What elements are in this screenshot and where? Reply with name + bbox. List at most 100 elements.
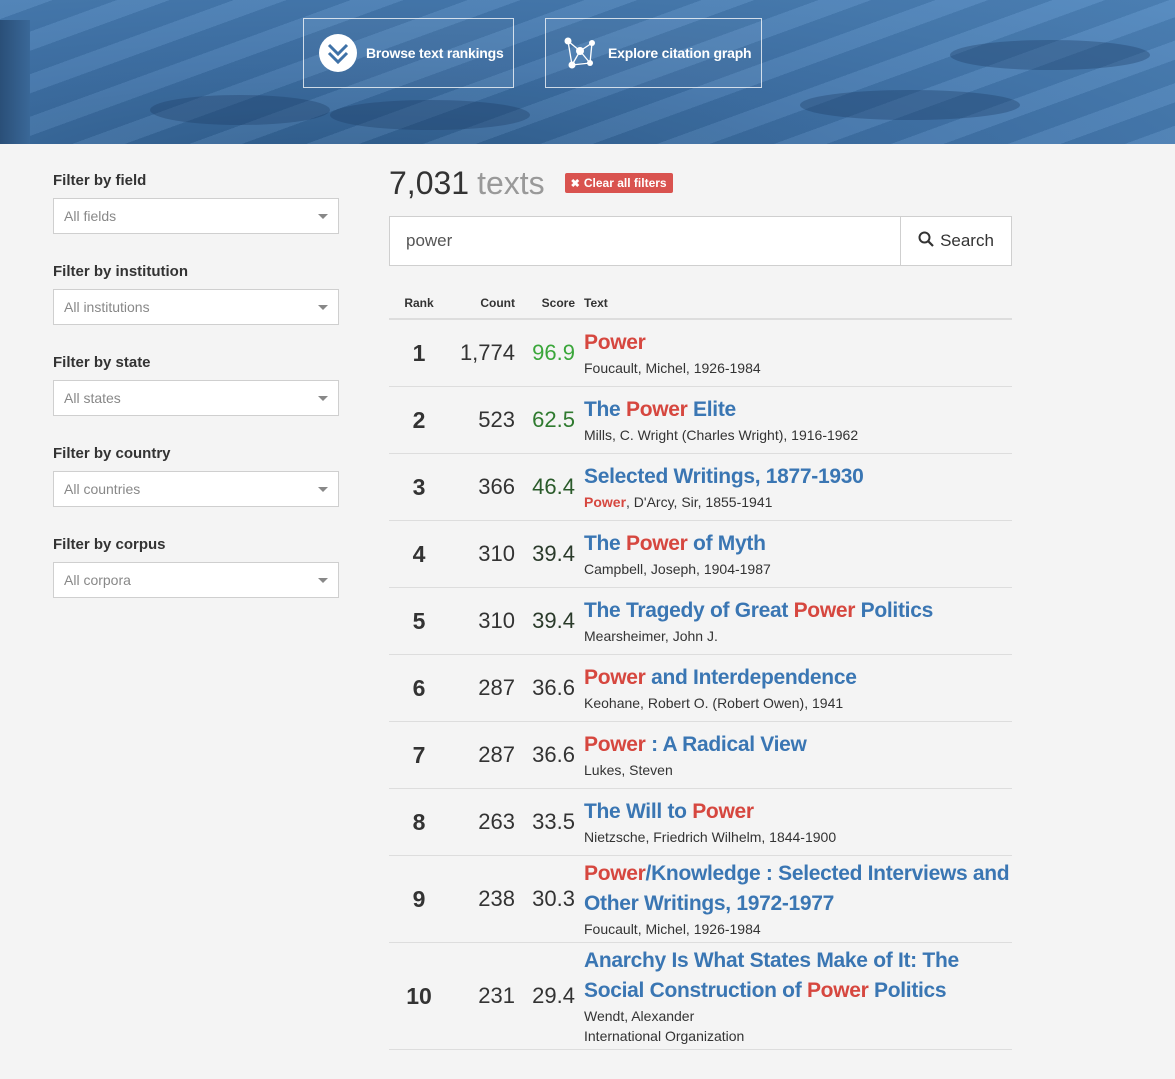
- filter-label: Filter by state: [53, 354, 151, 371]
- filter-label: Filter by institution: [53, 263, 188, 280]
- clear-filters-button[interactable]: ✖ Clear all filters: [564, 173, 673, 193]
- rank-cell: 7: [412, 741, 426, 768]
- title-part: The Tragedy of Great: [584, 599, 794, 622]
- clear-filters-label: Clear all filters: [583, 176, 667, 190]
- rank-cell: 3: [412, 473, 426, 500]
- text-cell: Selected Writings, 1877-1930 Power, D'Arc…: [575, 462, 1012, 512]
- filter-country: Filter by country All countries: [53, 443, 339, 534]
- rank-cell: 9: [412, 885, 426, 912]
- field-select[interactable]: All fields: [53, 198, 339, 234]
- score-cell: 62.5: [532, 407, 575, 432]
- title-highlight: Power: [584, 331, 646, 354]
- text-title-link[interactable]: Anarchy Is What States Make of It: The S…: [584, 946, 1012, 1006]
- results-count-unit: texts: [477, 164, 545, 201]
- results-count-number: 7,031: [389, 164, 470, 201]
- author-part: Foucault, Michel, 1926-1984: [584, 360, 761, 376]
- text-cell: Power/Knowledge : Selected Interviews an…: [575, 859, 1012, 939]
- count-cell: 523: [478, 407, 515, 432]
- header-text[interactable]: Text: [575, 296, 608, 310]
- author-part: Nietzsche, Friedrich Wilhelm, 1844-1900: [584, 829, 837, 845]
- title-highlight: Power: [793, 599, 856, 622]
- text-cell: The Power of Myth Campbell, Joseph, 1904-…: [575, 529, 1012, 579]
- text-cell: Anarchy Is What States Make of It: The S…: [575, 946, 1012, 1046]
- banner-seat: [330, 100, 530, 130]
- results-panel: 7,031 texts ✖ Clear all filters Search R…: [389, 160, 1012, 1050]
- text-title-link[interactable]: The Power Elite: [584, 395, 1012, 425]
- text-title-link[interactable]: Selected Writings, 1877-1930: [584, 462, 1012, 492]
- text-title-link[interactable]: The Tragedy of Great Power Politics: [584, 596, 1012, 626]
- text-author: Wendt, Alexander: [584, 1006, 1012, 1026]
- header-rank[interactable]: Rank: [389, 296, 449, 310]
- count-cell: 238: [478, 886, 515, 911]
- score-cell: 36.6: [532, 675, 575, 700]
- table-row: 5 310 39.4 The Tragedy of Great Power Polit…: [389, 588, 1012, 655]
- text-author: Mearsheimer, John J.: [584, 626, 1012, 646]
- count-cell: 366: [478, 474, 515, 499]
- author-part: , D'Arcy, Sir, 1855-1941: [626, 494, 773, 510]
- author-part: Keohane, Robert O. (Robert Owen), 1941: [584, 695, 844, 711]
- title-part: Politics: [855, 599, 934, 622]
- text-author: Power, D'Arcy, Sir, 1855-1941: [584, 492, 1012, 512]
- search-input[interactable]: [389, 216, 900, 266]
- search-button-label: Search: [940, 231, 994, 250]
- text-cell: Power : A Radical View Lukes, Steven: [575, 730, 1012, 780]
- title-part: and Interdependence: [645, 666, 857, 689]
- caret-down-icon: [318, 304, 328, 310]
- score-cell: 46.4: [532, 474, 575, 499]
- select-value: All fields: [64, 208, 117, 224]
- count-cell: 310: [478, 608, 515, 633]
- title-highlight: Power: [625, 532, 688, 555]
- text-author: Campbell, Joseph, 1904-1987: [584, 559, 1012, 579]
- text-title-link[interactable]: Power: [584, 328, 1012, 358]
- institution-select[interactable]: All institutions: [53, 289, 339, 325]
- author-part: Foucault, Michel, 1926-1984: [584, 921, 761, 937]
- author-part: Mearsheimer, John J.: [584, 628, 718, 644]
- author-part: Campbell, Joseph, 1904-1987: [584, 561, 771, 577]
- rankings-table: Rank Count Score Text 1 1,774 96.9 Power Fou…: [389, 288, 1012, 1050]
- author-part: Wendt, Alexander: [584, 1008, 695, 1024]
- text-title-link[interactable]: The Power of Myth: [584, 529, 1012, 559]
- text-title-link[interactable]: Power : A Radical View: [584, 730, 1012, 760]
- title-part: Selected Writings, 1877-1930: [584, 465, 864, 488]
- corpus-select[interactable]: All corpora: [53, 562, 339, 598]
- text-author: Lukes, Steven: [584, 760, 1012, 780]
- filter-state: Filter by state All states: [53, 352, 339, 443]
- browse-rankings-label: Browse text rankings: [366, 45, 504, 61]
- table-row: 9 238 30.3 Power/Knowledge : Selected Inter…: [389, 856, 1012, 943]
- state-select[interactable]: All states: [53, 380, 339, 416]
- title-part: Politics: [868, 979, 947, 1002]
- score-cell: 33.5: [532, 809, 575, 834]
- title-highlight: Power: [692, 800, 754, 823]
- header-score[interactable]: Score: [515, 296, 575, 310]
- score-cell: 30.3: [532, 886, 575, 911]
- rank-cell: 2: [412, 406, 426, 433]
- header-count[interactable]: Count: [449, 296, 515, 310]
- text-author: Nietzsche, Friedrich Wilhelm, 1844-1900: [584, 827, 1012, 847]
- count-cell: 310: [478, 541, 515, 566]
- table-row: 1 1,774 96.9 Power Foucault, Michel, 1926-19…: [389, 320, 1012, 387]
- title-part: The: [584, 532, 626, 555]
- search-button[interactable]: Search: [900, 216, 1012, 266]
- text-title-link[interactable]: Power and Interdependence: [584, 663, 1012, 693]
- title-part: : A Radical View: [645, 733, 807, 756]
- browse-rankings-button[interactable]: Browse text rankings: [303, 18, 514, 88]
- double-chevron-down-icon: [318, 33, 358, 73]
- country-select[interactable]: All countries: [53, 471, 339, 507]
- table-row: 7 287 36.6 Power : A Radical View Lukes, Ste…: [389, 722, 1012, 789]
- text-author: Foucault, Michel, 1926-1984: [584, 358, 1012, 378]
- rank-cell: 10: [406, 982, 432, 1009]
- results-count: 7,031 texts ✖ Clear all filters: [389, 160, 1012, 206]
- text-cell: Power and Interdependence Keohane, Robert…: [575, 663, 1012, 713]
- rank-cell: 5: [412, 607, 426, 634]
- table-row: 8 263 33.5 The Will to Power Nietzsche, Frie…: [389, 789, 1012, 856]
- title-part: The Will to: [584, 800, 693, 823]
- table-row: 4 310 39.4 The Power of Myth Campbell, Josep…: [389, 521, 1012, 588]
- select-value: All states: [64, 390, 121, 406]
- explore-graph-button[interactable]: Explore citation graph: [545, 18, 762, 88]
- text-title-link[interactable]: The Will to Power: [584, 797, 1012, 827]
- table-header: Rank Count Score Text: [389, 288, 1012, 320]
- text-cell: Power Foucault, Michel, 1926-1984: [575, 328, 1012, 378]
- text-title-link[interactable]: Power/Knowledge : Selected Interviews an…: [584, 859, 1012, 919]
- caret-down-icon: [318, 395, 328, 401]
- count-cell: 287: [478, 742, 515, 767]
